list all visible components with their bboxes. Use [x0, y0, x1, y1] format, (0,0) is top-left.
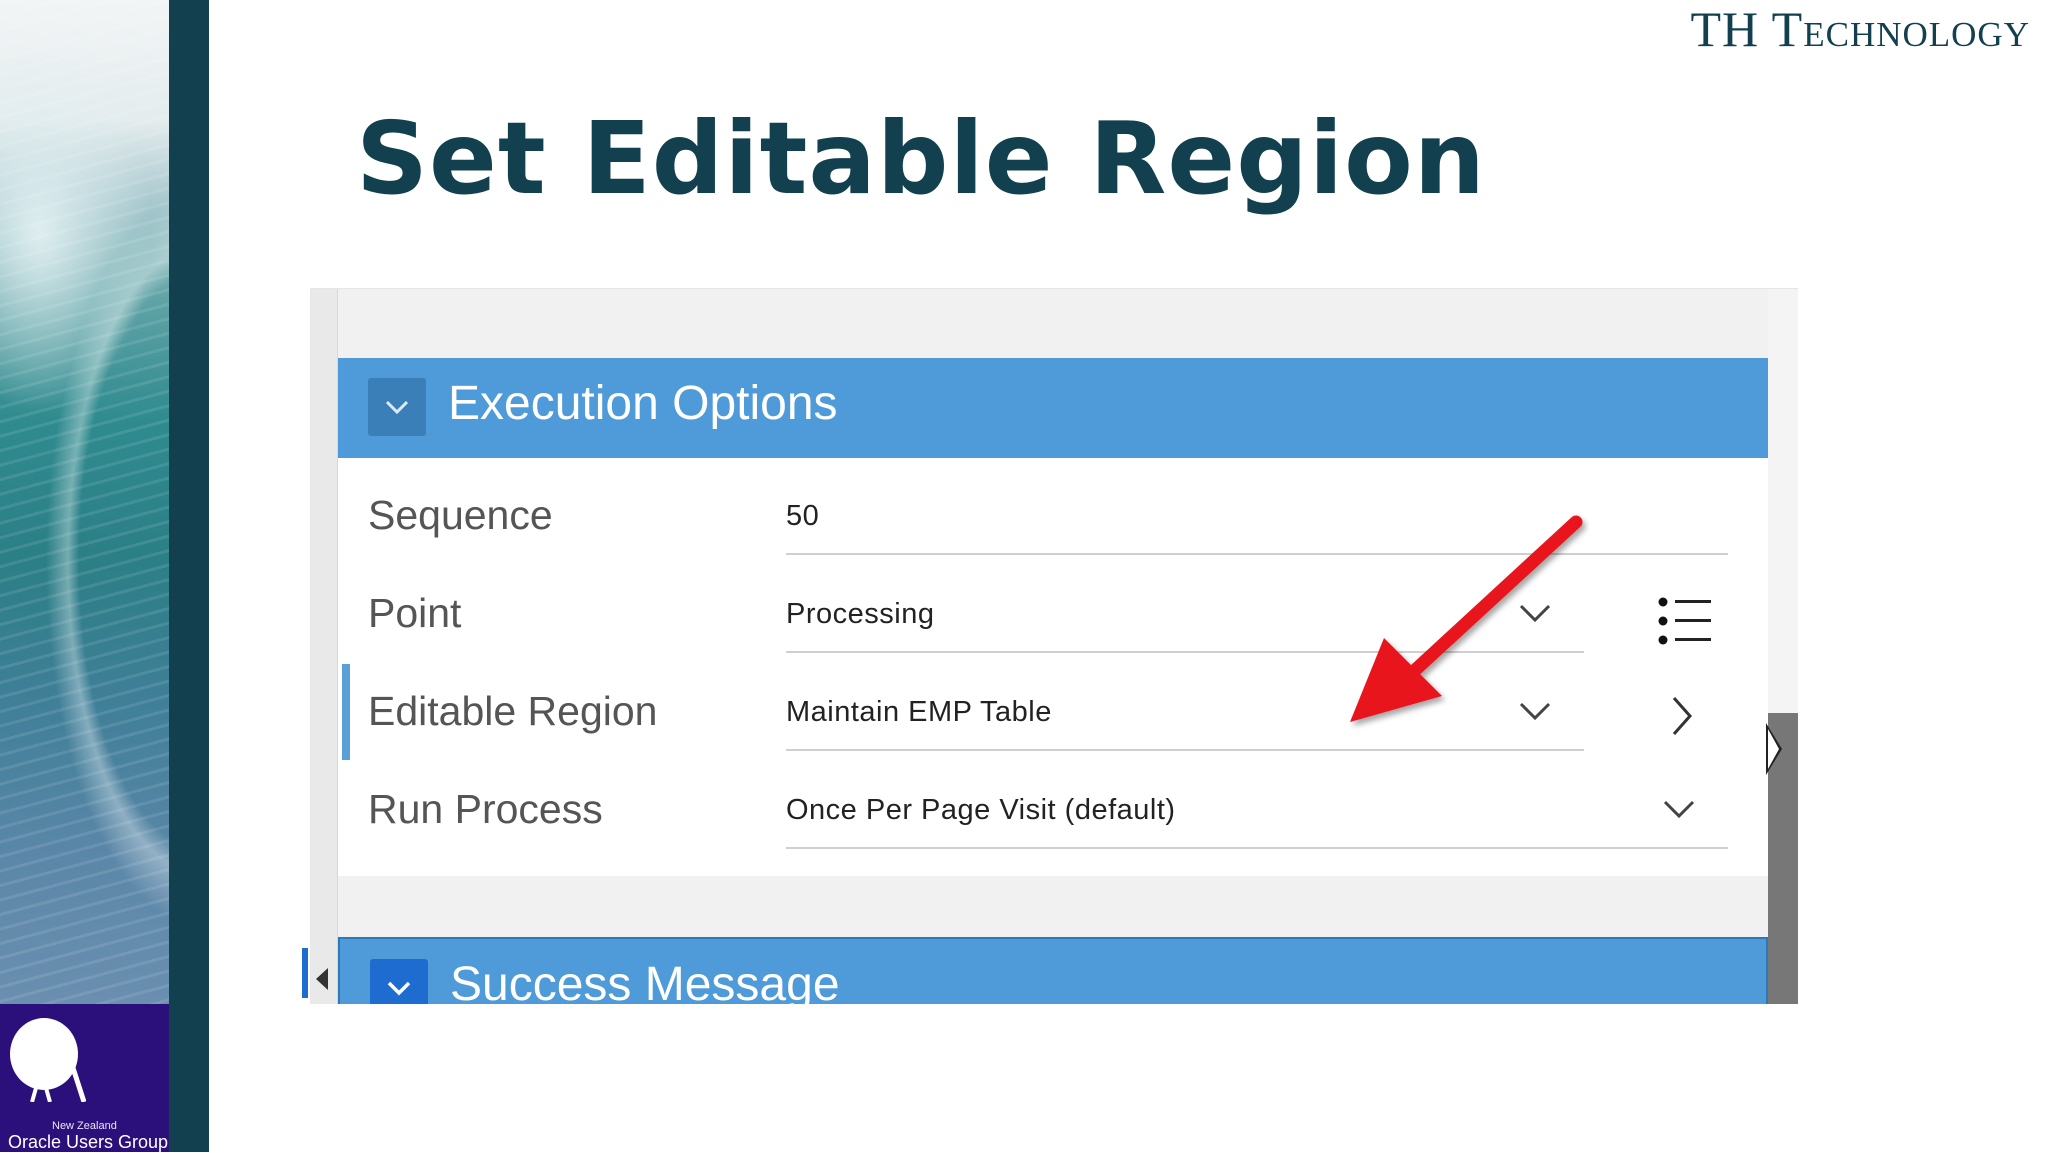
section-title: Success Message	[450, 958, 840, 1004]
logo-name: Oracle Users Group	[8, 1132, 169, 1152]
point-select[interactable]: Processing	[786, 598, 934, 631]
chevron-down-icon	[387, 981, 411, 996]
mouse-cursor-fill	[1768, 729, 1779, 769]
chevron-right-icon[interactable]	[1670, 694, 1694, 738]
field-underline	[786, 847, 1728, 849]
nzoug-logo: New Zealand Oracle Users Group	[0, 1004, 169, 1152]
scrollbar-thumb[interactable]	[1766, 713, 1798, 1004]
sequence-input[interactable]: 50	[786, 500, 819, 533]
wave-background-image	[0, 0, 169, 1004]
slide-title: Set Editable Region	[356, 100, 1486, 217]
run-process-select[interactable]: Once Per Page Visit (default)	[786, 794, 1176, 827]
execution-options-header[interactable]: Execution Options	[338, 358, 1768, 458]
annotation-arrow-icon	[1350, 515, 1583, 722]
active-field-marker	[342, 664, 350, 760]
field-label: Sequence	[368, 492, 553, 538]
brand-name: TH Technology	[1690, 1, 2030, 57]
kiwi-bird-icon	[10, 1018, 86, 1102]
success-message-header[interactable]: Success Message	[338, 937, 1768, 1004]
collapse-left-icon[interactable]	[316, 968, 328, 990]
chevron-down-icon	[385, 400, 409, 415]
collapse-toggle-button[interactable]	[368, 378, 426, 436]
section-title: Execution Options	[448, 377, 838, 430]
field-label: Point	[368, 590, 462, 636]
logo-subtitle: New Zealand	[52, 1120, 117, 1132]
field-label: Run Process	[368, 786, 603, 832]
field-label: Editable Region	[368, 688, 658, 734]
collapse-toggle-button[interactable]	[370, 959, 428, 1004]
list-icon[interactable]	[1658, 596, 1714, 646]
left-accent-bar	[169, 0, 209, 1152]
chevron-down-icon[interactable]	[1662, 798, 1696, 820]
field-row-run-process: Run Process Once Per Page Visit (default…	[338, 752, 1768, 850]
panel-left-edge	[310, 289, 338, 1004]
field-underline	[786, 749, 1584, 751]
panel-splitter-marker	[302, 948, 308, 998]
editable-region-select[interactable]: Maintain EMP Table	[786, 696, 1052, 729]
